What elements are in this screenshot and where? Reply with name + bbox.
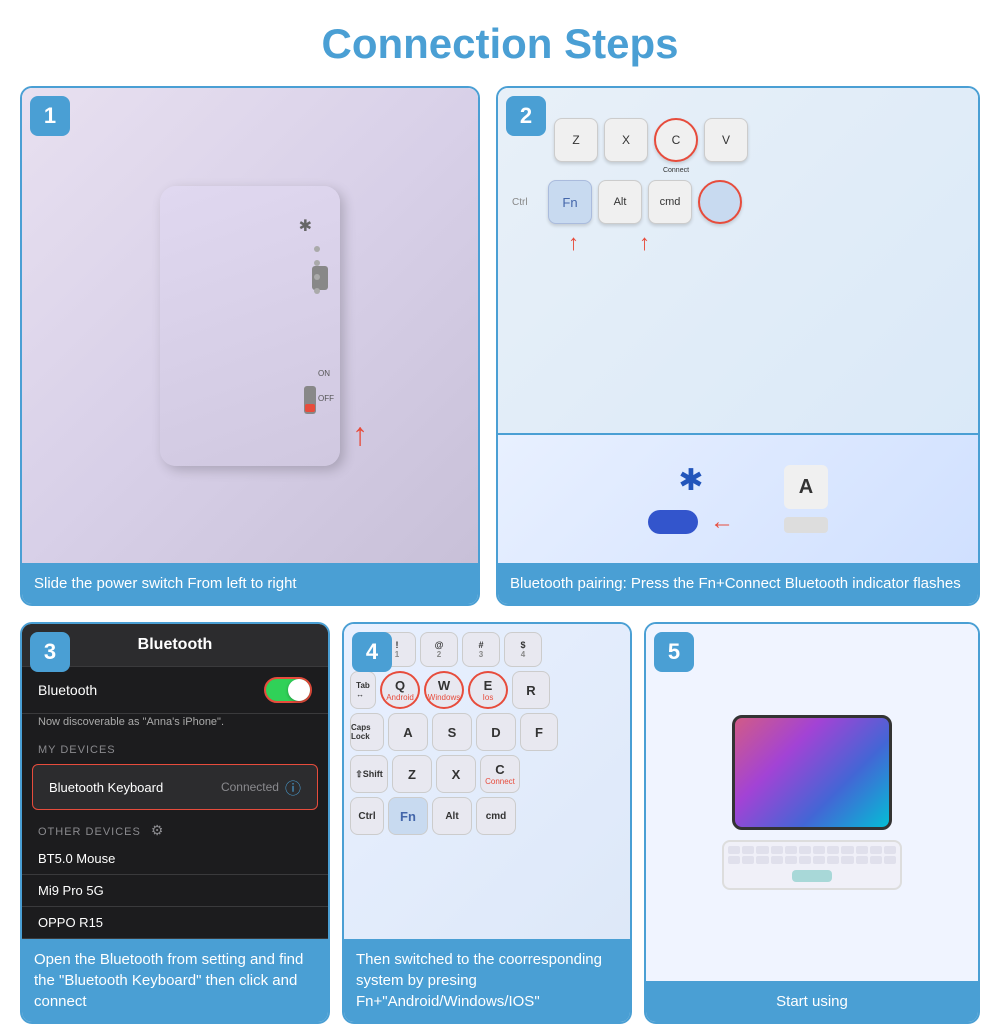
on-off-label: ON OFF bbox=[318, 368, 334, 406]
step1-caption: Slide the power switch From left to righ… bbox=[22, 563, 478, 604]
keyboard-side-illustration: ✱ ON OFF bbox=[160, 186, 340, 466]
top-steps-row: 1 ✱ ON bbox=[20, 86, 980, 606]
step2-caption: Bluetooth pairing: Press the Fn+Connect … bbox=[498, 563, 978, 604]
bottom-steps-row: 3 Bluetooth Bluetooth Now discoverable a… bbox=[20, 622, 980, 1024]
bt-icon: ✱ bbox=[299, 216, 312, 236]
other-devices-header: OTHER DEVICES ⚙ bbox=[22, 814, 328, 843]
info-icon[interactable]: ⓘ bbox=[285, 775, 301, 799]
letter-a: A bbox=[784, 465, 828, 509]
left-arrow: ← bbox=[710, 508, 734, 536]
page-container: Connection Steps 1 ✱ bbox=[0, 0, 1000, 1000]
page-title: Connection Steps bbox=[321, 20, 678, 68]
step3-card: 3 Bluetooth Bluetooth Now discoverable a… bbox=[20, 622, 330, 1024]
touchpad-mini bbox=[792, 870, 832, 882]
step5-card: 5 bbox=[644, 622, 980, 1024]
loading-icon: ⚙ bbox=[151, 822, 165, 839]
bt-symbol: ✱ bbox=[678, 463, 703, 498]
step4-number: 4 bbox=[352, 632, 392, 672]
step1-number: 1 bbox=[30, 96, 70, 136]
step3-caption: Open the Bluetooth from setting and find… bbox=[22, 939, 328, 1022]
device-row-3[interactable]: OPPO R15 bbox=[22, 907, 328, 939]
indicator-dots bbox=[314, 246, 320, 294]
device-row-1[interactable]: BT5.0 Mouse bbox=[22, 843, 328, 875]
tablet-device bbox=[732, 715, 892, 830]
indicator-bar bbox=[784, 517, 828, 533]
step2-number: 2 bbox=[506, 96, 546, 136]
step5-caption: Start using bbox=[646, 981, 978, 1022]
toggle-thumb bbox=[288, 679, 310, 701]
mini-keys-grid bbox=[724, 842, 900, 868]
keyboard-top-keys: ⇧ Shift Z X C Connect V Ctrl Fn Alt cmd bbox=[498, 88, 978, 260]
bt-connected-status: Connected bbox=[221, 780, 279, 794]
step1-image: ✱ ON OFF bbox=[22, 88, 478, 563]
step3-image: Bluetooth Bluetooth Now discoverable as … bbox=[22, 624, 328, 939]
step5-number: 5 bbox=[654, 632, 694, 672]
device-row-2[interactable]: Mi9 Pro 5G bbox=[22, 875, 328, 907]
step4-caption: Then switched to the coorresponding syst… bbox=[344, 939, 630, 1022]
step2-image: ⇧ Shift Z X C Connect V Ctrl Fn Alt cmd bbox=[498, 88, 978, 563]
bt-toggle[interactable] bbox=[264, 677, 312, 703]
power-switch bbox=[304, 386, 316, 414]
tablet-screen bbox=[735, 718, 889, 827]
bt-pairing-area: ✱ ← A bbox=[498, 433, 978, 563]
keyboard-device bbox=[722, 840, 902, 890]
step4-card: 4 !1 @2 #3 $4 Tab↔ Q bbox=[342, 622, 632, 1024]
step2-card: 2 ⇧ Shift Z X C Connect V Ct bbox=[496, 86, 980, 606]
phone-screen: Bluetooth Bluetooth Now discoverable as … bbox=[22, 624, 328, 939]
step5-image bbox=[646, 624, 978, 981]
bt-indicator-bar bbox=[648, 510, 698, 534]
step1-card: 1 ✱ ON bbox=[20, 86, 480, 606]
up-arrows: ↑ ↑ bbox=[508, 230, 968, 256]
tablet-keyboard-illustration bbox=[722, 715, 902, 890]
step3-number: 3 bbox=[30, 632, 70, 672]
my-devices-header: MY DEVICES bbox=[22, 736, 328, 760]
bt-discoverable-text: Now discoverable as "Anna's iPhone". bbox=[22, 714, 328, 736]
bt-device-name: Bluetooth Keyboard bbox=[49, 780, 163, 795]
power-arrow: ↑ bbox=[352, 416, 368, 453]
bt-label: Bluetooth bbox=[38, 682, 97, 698]
bt-keyboard-row[interactable]: Bluetooth Keyboard Connected ⓘ bbox=[32, 764, 318, 810]
bt-toggle-row: Bluetooth bbox=[22, 667, 328, 714]
